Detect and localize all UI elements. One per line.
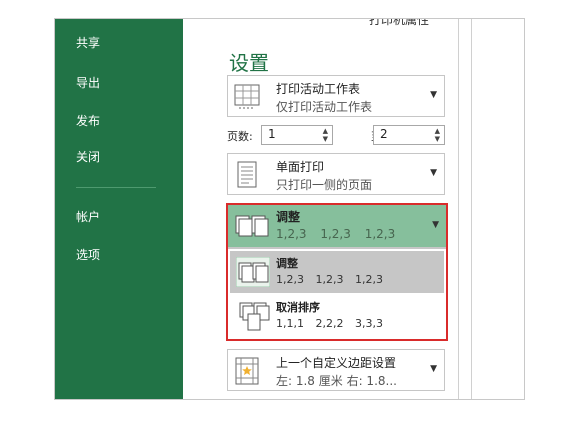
pages-to-input[interactable]: 2 ▲ ▼ xyxy=(373,125,445,145)
margins-icon xyxy=(235,357,259,385)
sidebar-item-account[interactable]: 帐户 xyxy=(76,209,100,225)
sheet-icon xyxy=(234,84,260,109)
collate-option-uncollated[interactable]: 取消排序 1,1,1 2,2,2 3,3,3 xyxy=(230,295,444,337)
pages-from-value: 1 xyxy=(268,127,276,141)
settings-title: 设置 xyxy=(229,51,269,75)
dropdown-arrow-icon: ▼ xyxy=(432,220,439,230)
pages-to-value: 2 xyxy=(380,127,388,141)
pages-range: 页数: 1 ▲▼ 至 2 ▲▼ xyxy=(227,125,447,147)
collate-dropdown[interactable]: 调整 1,2,3 1,2,3 1,2,3 ▼ xyxy=(227,204,447,248)
sides-dropdown[interactable]: 单面打印 只打印一侧的页面 ▼ xyxy=(227,153,445,195)
sidebar-item-publish[interactable]: 发布 xyxy=(76,113,100,129)
collate-option-title: 调整 xyxy=(276,257,298,270)
collate-selected-desc: 1,2,3 1,2,3 1,2,3 xyxy=(276,227,396,241)
print-what-dropdown[interactable]: 打印活动工作表 仅打印活动工作表 ▼ xyxy=(227,75,445,117)
collate-option-title: 取消排序 xyxy=(276,301,320,314)
margins-title: 上一个自定义边距设置 xyxy=(276,356,397,370)
panel-divider xyxy=(458,19,459,399)
sidebar-item-options[interactable]: 选项 xyxy=(76,247,100,263)
single-sided-icon xyxy=(237,161,257,188)
preview-edge-line xyxy=(471,19,472,399)
sidebar-item-export[interactable]: 导出 xyxy=(76,75,100,91)
dropdown-arrow-icon: ▼ xyxy=(430,364,437,374)
collate-selected-title: 调整 xyxy=(276,210,301,224)
collate-option-desc: 1,2,3 1,2,3 1,2,3 xyxy=(276,273,383,286)
dropdown-arrow-icon: ▼ xyxy=(430,90,437,100)
pages-from-input[interactable]: 1 ▲ ▼ xyxy=(261,125,333,145)
collate-option-desc: 1,1,1 2,2,2 3,3,3 xyxy=(276,317,383,330)
sidebar-divider xyxy=(76,187,156,188)
print-settings-panel: 打印机属性 设置 打印活动工作表 仅打印活动工作表 ▼ 页数: 1 ▲▼ 至 xyxy=(183,19,458,399)
spinner-icon[interactable]: ▲ ▼ xyxy=(323,127,328,143)
collated-icon xyxy=(236,257,270,287)
sidebar-item-close[interactable]: 关闭 xyxy=(76,149,100,165)
dropdown-arrow-icon: ▼ xyxy=(430,168,437,178)
margins-desc: 左: 1.8 厘米 右: 1.8... xyxy=(276,374,397,388)
print-what-desc: 仅打印活动工作表 xyxy=(276,100,373,114)
collated-icon xyxy=(235,215,269,237)
backstage-sidebar: 共享 导出 发布 关闭 帐户 选项 xyxy=(55,19,183,399)
sidebar-item-share[interactable]: 共享 xyxy=(76,35,100,51)
collate-option-collated[interactable]: 调整 1,2,3 1,2,3 1,2,3 xyxy=(230,251,444,293)
sides-title: 单面打印 xyxy=(276,160,325,174)
collate-menu: 调整 1,2,3 1,2,3 1,2,3 取消排序 1,1,1 2,2,2 3,… xyxy=(227,248,447,340)
margins-dropdown[interactable]: 上一个自定义边距设置 左: 1.8 厘米 右: 1.8... ▼ xyxy=(227,349,445,391)
sides-desc: 只打印一侧的页面 xyxy=(276,178,373,192)
printer-properties-link[interactable]: 打印机属性 xyxy=(369,19,429,28)
pages-label: 页数: xyxy=(227,130,253,143)
uncollated-icon xyxy=(239,302,270,331)
spinner-icon[interactable]: ▲ ▼ xyxy=(435,127,440,143)
backstage-window: 共享 导出 发布 关闭 帐户 选项 打印机属性 设置 打印活动工作表 仅打印活动… xyxy=(54,18,525,400)
print-what-title: 打印活动工作表 xyxy=(276,82,361,96)
